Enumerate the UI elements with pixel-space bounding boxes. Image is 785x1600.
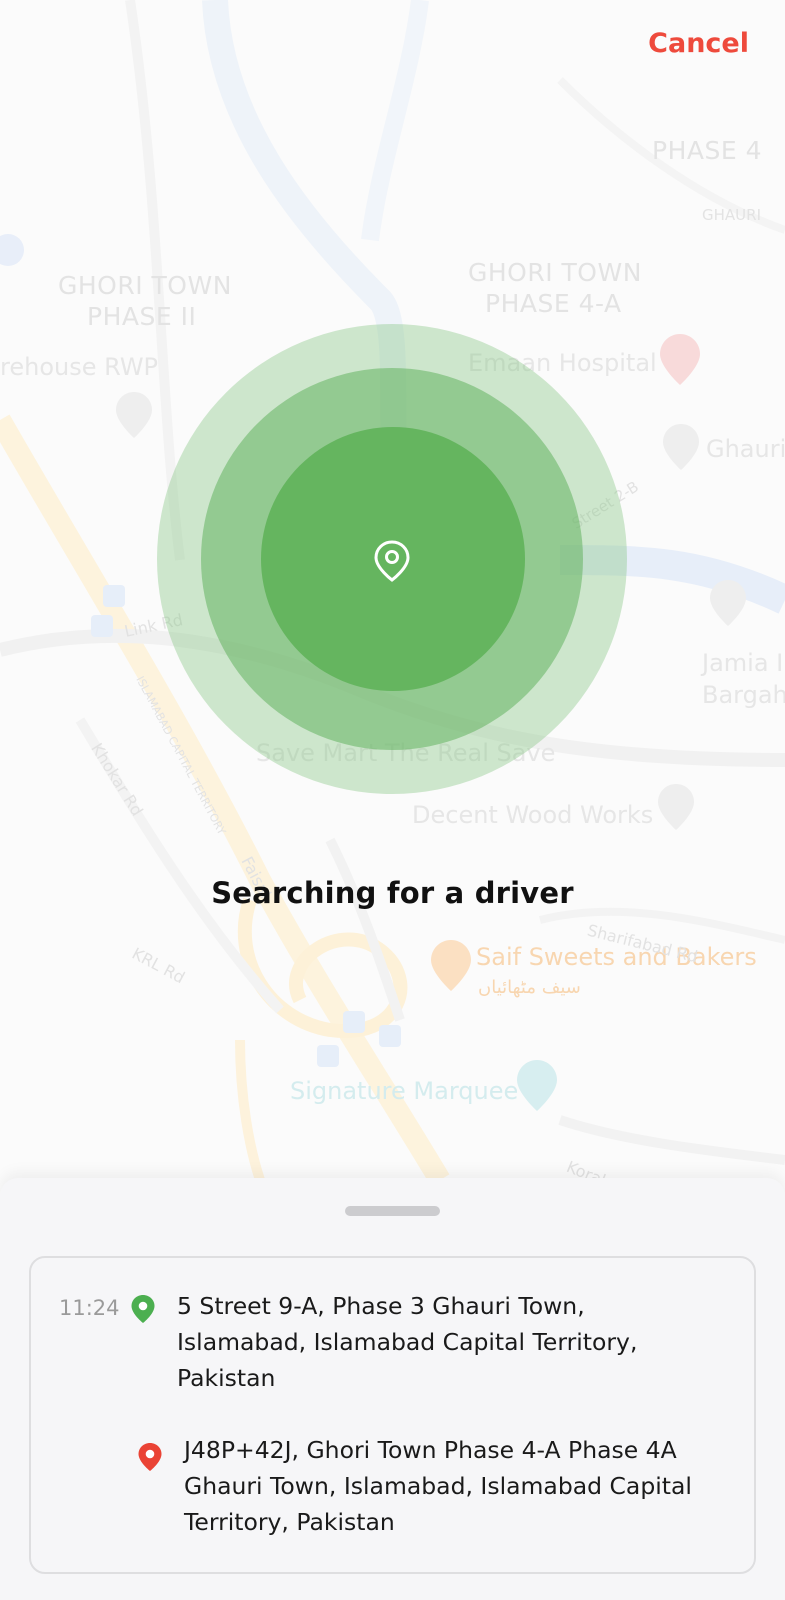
map-label-ghauri-top: GHAURI [702,206,761,224]
ride-search-screen: PHASE 4 GHAURI GHORI TOWN PHASE II GHORI… [0,0,785,1600]
map-label-decent-wood-works: Decent Wood Works [412,801,654,829]
map-label-ghori-phase2-line1: GHORI TOWN [58,271,232,300]
map-label-ghori-phase4a-line2: PHASE 4-A [485,289,622,318]
map-label-jamia-line2: Bargah [702,681,785,709]
map-label-ghori-phase4a-line1: GHORI TOWN [468,258,642,287]
dropoff-address: J48P+42J, Ghori Town Phase 4-A Phase 4A … [184,1436,692,1536]
map-label-warehouse: rehouse RWP [0,353,159,381]
trip-bottom-sheet: 11:24 5 Street 9-A, Phase 3 Ghauri Town,… [0,1178,785,1600]
trip-details-card: 11:24 5 Street 9-A, Phase 3 Ghauri Town,… [29,1256,756,1574]
map-label-ghauri-right: Ghauri [706,435,785,463]
trip-time: 11:24 [59,1296,120,1320]
searching-status-text: Searching for a driver [211,876,574,910]
pickup-pin-icon [131,1295,155,1323]
map-label-saif-sweets-urdu: سیف مٹھائیاں [478,977,581,998]
sheet-drag-handle[interactable] [345,1206,440,1216]
cancel-button[interactable]: Cancel [648,28,749,59]
map-label-phase4: PHASE 4 [652,136,762,165]
pickup-address: 5 Street 9-A, Phase 3 Ghauri Town, Islam… [177,1292,638,1392]
map-label-ghori-phase2-line2: PHASE II [87,302,197,331]
dropoff-pin-icon [138,1443,162,1471]
map-label-signature-marquee: Signature Marquee [290,1077,519,1105]
current-location-pin-icon [374,540,410,582]
map-label-jamia-line1: Jamia I [702,649,784,677]
